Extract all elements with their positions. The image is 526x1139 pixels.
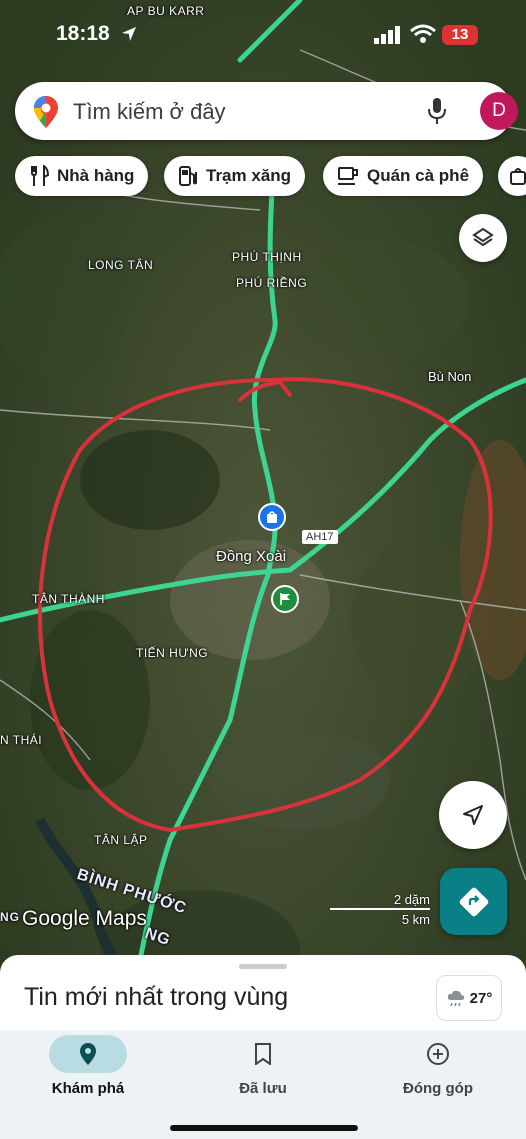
battery-indicator: 13 [442, 25, 478, 45]
add-circle-icon [427, 1043, 449, 1065]
navigation-arrow-icon [463, 805, 483, 825]
map-label-province: NG [0, 910, 20, 924]
map-label: PHÚ RIỀNG [236, 276, 308, 290]
home-indicator[interactable] [170, 1125, 358, 1131]
shopping-pin[interactable] [258, 503, 286, 531]
map-label: AP BU KARR [127, 4, 205, 18]
chip-label: Quán cà phê [367, 166, 470, 185]
cellular-signal-icon [374, 26, 400, 44]
bottom-navigation: Khám phá Đã lưu Đóng góp [0, 1030, 526, 1139]
map-label-city: Đồng Xoài [216, 548, 287, 565]
cloud-rain-icon [447, 990, 464, 1007]
bottom-sheet[interactable]: Tin mới nhất trong vùng 27° [0, 955, 526, 1030]
flag-icon [280, 593, 290, 605]
nav-explore[interactable]: Khám phá [13, 1030, 163, 1110]
layers-icon [472, 227, 494, 247]
nav-label: Đóng góp [403, 1080, 473, 1097]
bookmark-icon [255, 1043, 271, 1065]
landmark-pin[interactable] [271, 585, 299, 613]
coffee-cup-icon [338, 167, 358, 185]
sheet-drag-handle[interactable] [239, 964, 287, 969]
weather-chip[interactable]: 27° [436, 975, 502, 1021]
map-label: Bù Non [428, 369, 472, 384]
scale-metric: 5 km [401, 912, 430, 927]
google-maps-watermark: Google Maps [22, 907, 147, 930]
search-placeholder: Tìm kiếm ở đây [73, 99, 226, 124]
chip-gas-stations[interactable]: Trạm xăng [164, 156, 306, 196]
google-maps-logo-icon [34, 96, 58, 128]
scale-imperial: 2 dặm [393, 892, 430, 907]
status-time: 18:18 [56, 22, 110, 45]
nav-contribute[interactable]: Đóng góp [363, 1030, 513, 1110]
gas-pump-icon [179, 166, 197, 186]
shopping-bag-icon [510, 168, 526, 185]
status-bar: 18:18 13 [0, 0, 526, 70]
search-bar[interactable]: Tìm kiếm ở đây D [15, 82, 518, 140]
explore-pin-icon [80, 1043, 96, 1065]
microphone-icon[interactable] [427, 97, 447, 125]
map-label: LONG TÂN [88, 258, 154, 272]
nav-label: Khám phá [51, 1080, 125, 1097]
map-label: PHÚ THỊNH [232, 250, 302, 264]
directions-button[interactable] [440, 868, 507, 935]
shopping-bag-icon [267, 511, 277, 523]
map-label: N THÁI [0, 733, 43, 747]
chip-coffee[interactable]: Quán cà phê [323, 156, 484, 196]
wifi-icon [410, 24, 436, 43]
nav-label: Đã lưu [239, 1080, 287, 1097]
nav-explore-pill [49, 1035, 127, 1073]
nav-saved-pill [224, 1035, 302, 1073]
scale-bar: 2 dặm 5 km [330, 890, 430, 930]
map-label: TÂN THÀNH [32, 592, 105, 606]
directions-icon [459, 887, 488, 916]
nav-saved[interactable]: Đã lưu [188, 1030, 338, 1110]
chip-label: Nhà hàng [57, 166, 135, 185]
map-label: TIẾN HƯNG [136, 646, 209, 660]
chip-label: Trạm xăng [206, 166, 292, 185]
highway-shield: AH17 [302, 530, 338, 544]
weather-temperature: 27° [469, 989, 493, 1007]
layers-button[interactable] [459, 214, 507, 262]
nav-contribute-pill [399, 1035, 477, 1073]
map-label: TÂN LẬP [94, 833, 148, 847]
avatar[interactable]: D [480, 92, 518, 130]
fork-knife-icon [31, 165, 49, 186]
sheet-title: Tin mới nhất trong vùng [24, 983, 289, 1011]
scale-line [330, 908, 430, 910]
chip-restaurants[interactable]: Nhà hàng [15, 156, 149, 196]
my-location-button[interactable] [439, 781, 507, 849]
location-arrow-icon [122, 27, 136, 41]
